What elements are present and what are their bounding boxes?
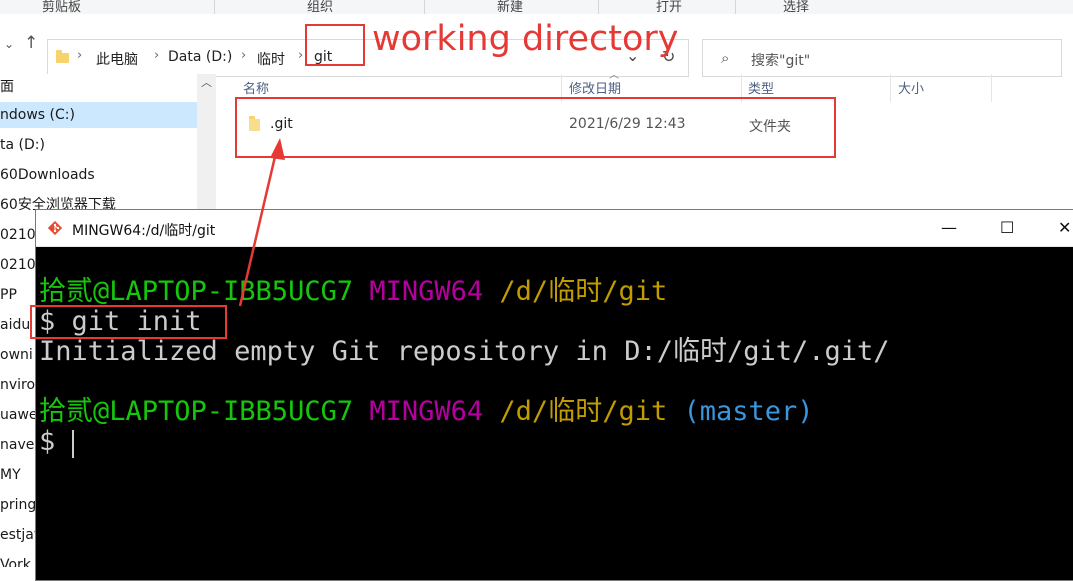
ribbon-group-select: 选择 <box>783 0 810 15</box>
nav-item-label: Vork <box>0 557 31 567</box>
ribbon-group-clipboard: 剪贴板 <box>42 0 82 15</box>
nav-item-windows-c[interactable]: ndows (C:) <box>0 102 197 128</box>
terminal-prompt-line: 拾贰@LAPTOP-IBB5UCG7 MINGW64 /d/临时/git <box>39 278 667 305</box>
nav-item-label: 60Downloads <box>0 167 95 183</box>
ribbon-separator <box>735 0 736 14</box>
prompt-branch: (master) <box>683 396 814 427</box>
nav-item-label: nviro <box>0 377 36 393</box>
prompt-path: /d/临时/git <box>499 276 668 307</box>
nav-item[interactable]: 面 <box>0 74 197 100</box>
terminal-window[interactable]: MINGW64:/d/临时/git — ☐ ✕ 拾贰@LAPTOP-IBB5UC… <box>35 209 1073 581</box>
annotation-box-git-folder <box>235 97 836 158</box>
nav-item-label: 0210 <box>0 227 36 243</box>
prompt-env: MINGW64 <box>369 396 484 427</box>
nav-item-label: ta (D:) <box>0 137 45 153</box>
ribbon-separator <box>598 0 599 14</box>
terminal-output-line: Initialized empty Git repository in D:/临… <box>39 336 890 367</box>
annotation-box-git-breadcrumb <box>305 24 365 66</box>
prompt-path: /d/临时/git <box>499 396 668 427</box>
nav-item-label: 面 <box>0 79 14 95</box>
annotation-box-git-init <box>30 305 227 339</box>
chevron-right-icon: › <box>298 48 304 63</box>
terminal-title-bar[interactable]: MINGW64:/d/临时/git — ☐ ✕ <box>36 210 1073 247</box>
ribbon-group-labels: 剪贴板 组织 新建 打开 选择 <box>0 0 1073 15</box>
search-icon: ⌕ <box>721 49 730 67</box>
breadcrumb-temp[interactable]: 临时 <box>257 49 285 69</box>
nav-item-label: MY <box>0 467 21 483</box>
ribbon-group-new: 新建 <box>497 0 524 15</box>
minimize-icon[interactable]: — <box>941 218 957 237</box>
column-header-modified[interactable]: 修改日期 <box>569 78 621 97</box>
nav-item[interactable]: 60Downloads <box>0 162 197 188</box>
nav-item-label: owni <box>0 347 33 363</box>
git-logo-icon <box>48 221 62 235</box>
nav-item-label: aidu <box>0 317 31 333</box>
ribbon-group-open: 打开 <box>656 0 683 15</box>
ribbon-separator <box>424 0 425 14</box>
ribbon-group-organize: 组织 <box>307 0 334 15</box>
terminal-title: MINGW64:/d/临时/git <box>72 223 216 239</box>
nav-item-label: PP <box>0 287 17 303</box>
ribbon-separator <box>214 0 215 14</box>
breadcrumb-data-drive[interactable]: Data (D:) <box>168 49 232 65</box>
search-placeholder: 搜索"git" <box>751 53 811 69</box>
nav-item-label: pring <box>0 497 37 513</box>
nav-item-label: uawe <box>0 407 38 423</box>
chevron-right-icon: › <box>241 48 247 63</box>
terminal-prompt-line: 拾贰@LAPTOP-IBB5UCG7 MINGW64 /d/临时/git (ma… <box>39 398 814 425</box>
chevron-right-icon: › <box>154 48 160 63</box>
prompt-user-host: 拾贰@LAPTOP-IBB5UCG7 <box>39 396 354 427</box>
column-header-type[interactable]: 类型 <box>748 78 774 97</box>
prompt-env: MINGW64 <box>369 276 484 307</box>
breadcrumb-this-pc[interactable]: 此电脑 <box>96 49 138 69</box>
search-box[interactable]: ⌕ 搜索"git" <box>702 39 1062 77</box>
annotation-working-directory: working directory <box>372 19 679 59</box>
column-divider[interactable] <box>890 74 891 102</box>
terminal-input-prompt: $ <box>39 426 56 457</box>
column-header-size[interactable]: 大小 <box>898 78 924 97</box>
scroll-up-chevron-icon[interactable]: ︿ <box>201 74 212 90</box>
column-header-name[interactable]: 名称 <box>243 78 269 97</box>
terminal-cursor <box>72 430 74 458</box>
maximize-icon[interactable]: ☐ <box>1000 218 1014 237</box>
folder-icon <box>56 50 69 63</box>
prompt-user-host: 拾贰@LAPTOP-IBB5UCG7 <box>39 276 354 307</box>
column-divider[interactable] <box>991 74 992 102</box>
chevron-right-icon: › <box>77 48 83 63</box>
nav-item-label: 0210 <box>0 257 36 273</box>
recent-locations-chevron-down-icon[interactable]: ⌄ <box>4 38 14 50</box>
close-icon[interactable]: ✕ <box>1058 218 1071 237</box>
arrow-up-icon[interactable]: ↑ <box>24 35 38 52</box>
nav-item-label: ndows (C:) <box>0 107 75 123</box>
nav-item-data-d[interactable]: ta (D:) <box>0 132 197 158</box>
